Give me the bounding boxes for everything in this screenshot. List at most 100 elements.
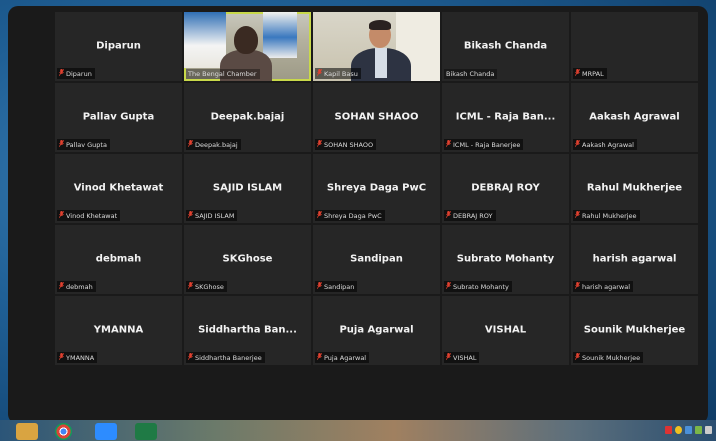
- tray-alert-icon[interactable]: [665, 426, 672, 434]
- muted-mic-icon: [188, 353, 193, 362]
- participant-label-text: Sandipan: [324, 282, 355, 291]
- participant-display-name: YMANNA: [93, 323, 144, 335]
- participant-grid: Diparun Diparun The Bengal Chamber Kapil Ba…: [55, 12, 698, 365]
- muted-mic-icon: [188, 211, 193, 220]
- participant-name-label: debmah: [57, 281, 96, 292]
- tray-app-icon[interactable]: [675, 426, 682, 434]
- participant-display-name: Puja Agarwal: [339, 323, 414, 335]
- participant-label-text: Diparun: [66, 69, 92, 78]
- participant-label-text: Puja Agarwal: [324, 353, 367, 362]
- participant-name-label: The Bengal Chamber: [186, 69, 260, 79]
- participant-display-name: Shreya Daga PwC: [326, 181, 427, 193]
- participant-label-text: Deepak.bajaj: [195, 140, 238, 149]
- participant-label-text: MRPAL: [582, 69, 604, 78]
- participant-display-name: Deepak.bajaj: [210, 110, 285, 122]
- participant-name-label: Deepak.bajaj: [186, 139, 241, 150]
- participant-tile[interactable]: SAJID ISLAM SAJID ISLAM: [184, 154, 311, 223]
- participant-display-name: Vinod Khetawat: [73, 181, 164, 193]
- participant-tile[interactable]: ICML - Raja Ban... ICML - Raja Banerjee: [442, 83, 569, 152]
- participant-display-name: debmah: [95, 252, 142, 264]
- participant-tile[interactable]: YMANNA YMANNA: [55, 296, 182, 365]
- muted-mic-icon: [59, 211, 64, 220]
- tray-volume-icon[interactable]: [705, 426, 712, 434]
- participant-name-label: Puja Agarwal: [315, 352, 370, 363]
- participant-tile[interactable]: Rahul Mukherjee Rahul Mukherjee: [571, 154, 698, 223]
- participant-display-name: SAJID ISLAM: [212, 181, 283, 193]
- participant-tile[interactable]: Bikash Chanda Bikash Chanda: [442, 12, 569, 81]
- participant-label-text: Subrato Mohanty: [453, 282, 509, 291]
- participant-tile[interactable]: Diparun Diparun: [55, 12, 182, 81]
- participant-name-label: MRPAL: [573, 68, 607, 79]
- muted-mic-icon: [575, 69, 580, 78]
- participant-display-name: Siddhartha Ban...: [198, 323, 297, 335]
- participant-name-label: Sandipan: [315, 281, 358, 292]
- participant-tile[interactable]: Deepak.bajaj Deepak.bajaj: [184, 83, 311, 152]
- participant-name-label: Kapil Basu: [315, 68, 361, 79]
- participant-label-text: Sounik Mukherjee: [582, 353, 641, 362]
- participant-label-text: The Bengal Chamber: [188, 70, 257, 78]
- windows-start-icon[interactable]: [16, 423, 38, 440]
- participant-name-label: SKGhose: [186, 281, 227, 292]
- participant-display-name: harish agarwal: [592, 252, 677, 264]
- participant-tile[interactable]: Subrato Mohanty Subrato Mohanty: [442, 225, 569, 294]
- participant-display-name: SOHAN SHAOO: [334, 110, 419, 122]
- participant-label-text: Pallav Gupta: [66, 140, 107, 149]
- participant-tile[interactable]: Sounik Mukherjee Sounik Mukherjee: [571, 296, 698, 365]
- participant-display-name: Diparun: [96, 39, 141, 51]
- participant-display-name: DEBRAJ ROY: [471, 181, 540, 193]
- windows-taskbar: [0, 420, 716, 441]
- participant-label-text: Aakash Agrawal: [582, 140, 634, 149]
- muted-mic-icon: [317, 282, 322, 291]
- participant-name-label: harish agarwal: [573, 281, 634, 292]
- participant-tile[interactable]: Siddhartha Ban... Siddhartha Banerjee: [184, 296, 311, 365]
- zoom-gallery-window: Diparun Diparun The Bengal Chamber Kapil Ba…: [8, 6, 708, 424]
- participant-name-label: Subrato Mohanty: [444, 281, 512, 292]
- zoom-icon[interactable]: [95, 423, 117, 440]
- participant-tile[interactable]: SOHAN SHAOO SOHAN SHAOO: [313, 83, 440, 152]
- muted-mic-icon: [317, 140, 322, 149]
- tray-battery-icon[interactable]: [695, 426, 702, 434]
- participant-name-label: Siddhartha Banerjee: [186, 352, 265, 363]
- participant-label-text: SKGhose: [195, 282, 224, 291]
- participant-name-label: Shreya Daga PwC: [315, 210, 385, 221]
- participant-tile[interactable]: Vinod Khetawat Vinod Khetawat: [55, 154, 182, 223]
- excel-icon[interactable]: [135, 423, 157, 440]
- participant-display-name: Bikash Chanda: [463, 39, 548, 51]
- participant-display-name: SKGhose: [222, 252, 273, 264]
- participant-tile[interactable]: Pallav Gupta Pallav Gupta: [55, 83, 182, 152]
- participant-label-text: ICML - Raja Banerjee: [453, 140, 521, 149]
- participant-name-label: ICML - Raja Banerjee: [444, 139, 524, 150]
- muted-mic-icon: [317, 69, 322, 78]
- participant-label-text: Bikash Chanda: [446, 70, 495, 78]
- participant-display-name: Pallav Gupta: [82, 110, 155, 122]
- participant-tile[interactable]: DEBRAJ ROY DEBRAJ ROY: [442, 154, 569, 223]
- muted-mic-icon: [575, 140, 580, 149]
- participant-name-label: SAJID ISLAM: [186, 210, 238, 221]
- participant-video-tile[interactable]: The Bengal Chamber: [184, 12, 311, 81]
- muted-mic-icon: [446, 282, 451, 291]
- participant-video-tile[interactable]: Kapil Basu: [313, 12, 440, 81]
- participant-tile[interactable]: debmah debmah: [55, 225, 182, 294]
- tray-network-icon[interactable]: [685, 426, 692, 434]
- participant-label-text: Kapil Basu: [324, 69, 358, 78]
- muted-mic-icon: [575, 282, 580, 291]
- participant-tile[interactable]: Shreya Daga PwC Shreya Daga PwC: [313, 154, 440, 223]
- participant-tile[interactable]: Puja Agarwal Puja Agarwal: [313, 296, 440, 365]
- muted-mic-icon: [575, 353, 580, 362]
- participant-tile[interactable]: MRPAL: [571, 12, 698, 81]
- muted-mic-icon: [575, 211, 580, 220]
- participant-tile[interactable]: Sandipan Sandipan: [313, 225, 440, 294]
- participant-display-name: Rahul Mukherjee: [586, 181, 683, 193]
- participant-tile[interactable]: VISHAL VISHAL: [442, 296, 569, 365]
- participant-label-text: VISHAL: [453, 353, 477, 362]
- participant-tile[interactable]: harish agarwal harish agarwal: [571, 225, 698, 294]
- participant-tile[interactable]: SKGhose SKGhose: [184, 225, 311, 294]
- chrome-icon[interactable]: [55, 423, 72, 440]
- participant-tile[interactable]: Aakash Agrawal Aakash Agrawal: [571, 83, 698, 152]
- participant-display-name: VISHAL: [484, 323, 527, 335]
- participant-name-label: DEBRAJ ROY: [444, 210, 496, 221]
- participant-label-text: SAJID ISLAM: [195, 211, 235, 220]
- participant-name-label: SOHAN SHAOO: [315, 139, 377, 150]
- participant-display-name: Subrato Mohanty: [456, 252, 555, 264]
- participant-display-name: Aakash Agrawal: [589, 110, 680, 122]
